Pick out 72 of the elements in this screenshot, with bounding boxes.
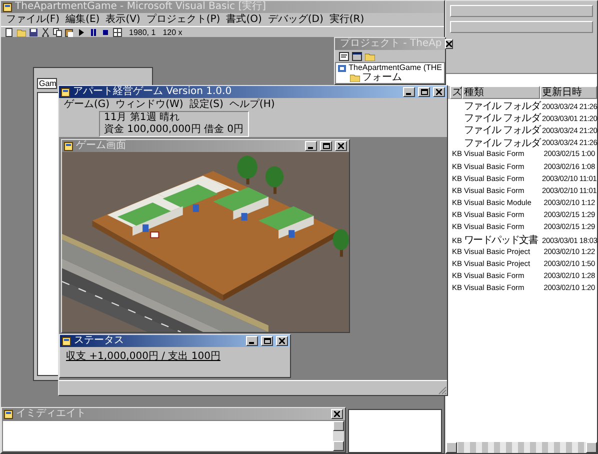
menu-item[interactable]: 設定(S) — [186, 98, 226, 111]
folder-icon — [350, 74, 360, 82]
menu-item[interactable]: 書式(O) — [223, 13, 265, 26]
close-icon — [279, 338, 285, 344]
type-cell-text: ファイル フォルダ — [463, 124, 540, 138]
window-title: ステータス — [74, 335, 125, 347]
menu-item[interactable]: 実行(R) — [326, 13, 368, 26]
grid-icon[interactable] — [113, 28, 122, 36]
maximize-button[interactable] — [261, 336, 273, 346]
menu-item[interactable]: ファイル(F) — [3, 13, 63, 26]
maximize-button[interactable] — [320, 141, 332, 151]
window-title: イミディエイト — [16, 408, 87, 420]
minimize-button[interactable] — [403, 87, 415, 97]
close-icon — [338, 143, 344, 149]
menu-item[interactable]: プロジェクト(P) — [143, 13, 224, 26]
close-button[interactable] — [276, 336, 288, 346]
menu-item[interactable]: 表示(V) — [102, 13, 144, 26]
window-title: ゲーム画面 — [76, 140, 127, 152]
size-readout: 120 x — [162, 28, 182, 36]
close-button[interactable] — [335, 141, 347, 151]
close-icon — [334, 411, 340, 417]
window-title: プロジェクト - TheAp — [340, 38, 442, 50]
status-text: 収支 +1,000,000円 / 支出 100円 — [66, 351, 222, 363]
close-icon — [446, 41, 452, 47]
menu-item[interactable]: ウィンドウ(W) — [112, 98, 186, 111]
type-cell-text: ファイル フォルダ — [463, 112, 540, 125]
window-icon — [64, 142, 73, 150]
type-cell-text: ファイル フォルダ — [463, 100, 540, 113]
minimize-button[interactable] — [305, 141, 317, 151]
menu-item[interactable]: デバッグ(D) — [264, 13, 326, 26]
close-button[interactable] — [444, 39, 453, 49]
stop-icon[interactable] — [101, 28, 110, 36]
position-readout: 1980, 1 — [129, 28, 156, 36]
menu-item[interactable]: ヘルプ(H) — [226, 98, 278, 111]
code-view-icon[interactable] — [339, 52, 349, 60]
vertical-scrollbar[interactable] — [333, 421, 344, 451]
type-cell-text: ワードパッド文書 — [463, 234, 539, 248]
type-cell-text: ファイル フォルダ — [463, 136, 540, 150]
resize-grip-icon[interactable] — [437, 385, 447, 395]
column-header[interactable]: ズ — [450, 86, 462, 99]
minimize-button[interactable] — [246, 336, 258, 346]
document-icon[interactable] — [5, 28, 14, 36]
maximize-icon — [322, 143, 330, 149]
vb-app-icon — [3, 2, 12, 12]
close-button[interactable] — [331, 409, 343, 419]
paste-icon[interactable] — [65, 28, 74, 36]
maximize-button[interactable] — [418, 87, 430, 97]
info-line: 11月 第1週 晴れ — [104, 112, 180, 124]
menu-item[interactable]: 編集(E) — [62, 13, 103, 26]
column-header[interactable]: 更新日時 — [540, 86, 597, 99]
column-header[interactable]: 種類 — [462, 86, 540, 99]
window-icon — [4, 410, 13, 418]
window-title: TheApartmentGame - Microsoft Visual Basic [実行] — [15, 1, 268, 13]
copy-icon[interactable] — [53, 28, 62, 36]
object-combo[interactable]: Gam — [37, 78, 57, 89]
maximize-icon — [420, 89, 428, 95]
horizontal-scrollbar[interactable] — [446, 442, 597, 453]
close-icon — [436, 89, 442, 95]
form-view-icon[interactable] — [352, 52, 362, 60]
menu-item[interactable]: ゲーム(G) — [61, 98, 113, 111]
app-icon — [61, 88, 70, 96]
close-button[interactable] — [433, 87, 445, 97]
immediate-pane[interactable] — [2, 420, 345, 452]
tree-item[interactable]: フォーム — [362, 73, 402, 83]
save-icon[interactable] — [29, 28, 38, 36]
maximize-icon — [264, 338, 270, 344]
info-line: 資金 100,000,000円 借金 0円 — [104, 124, 244, 136]
tree-item[interactable]: TheApartmentGame (THE — [348, 63, 442, 73]
window-icon — [62, 336, 71, 346]
scissors-icon[interactable] — [41, 28, 50, 36]
window-title: アパート経営ゲーム Version 1.0.0 — [73, 86, 233, 98]
pause-icon[interactable] — [89, 28, 98, 36]
